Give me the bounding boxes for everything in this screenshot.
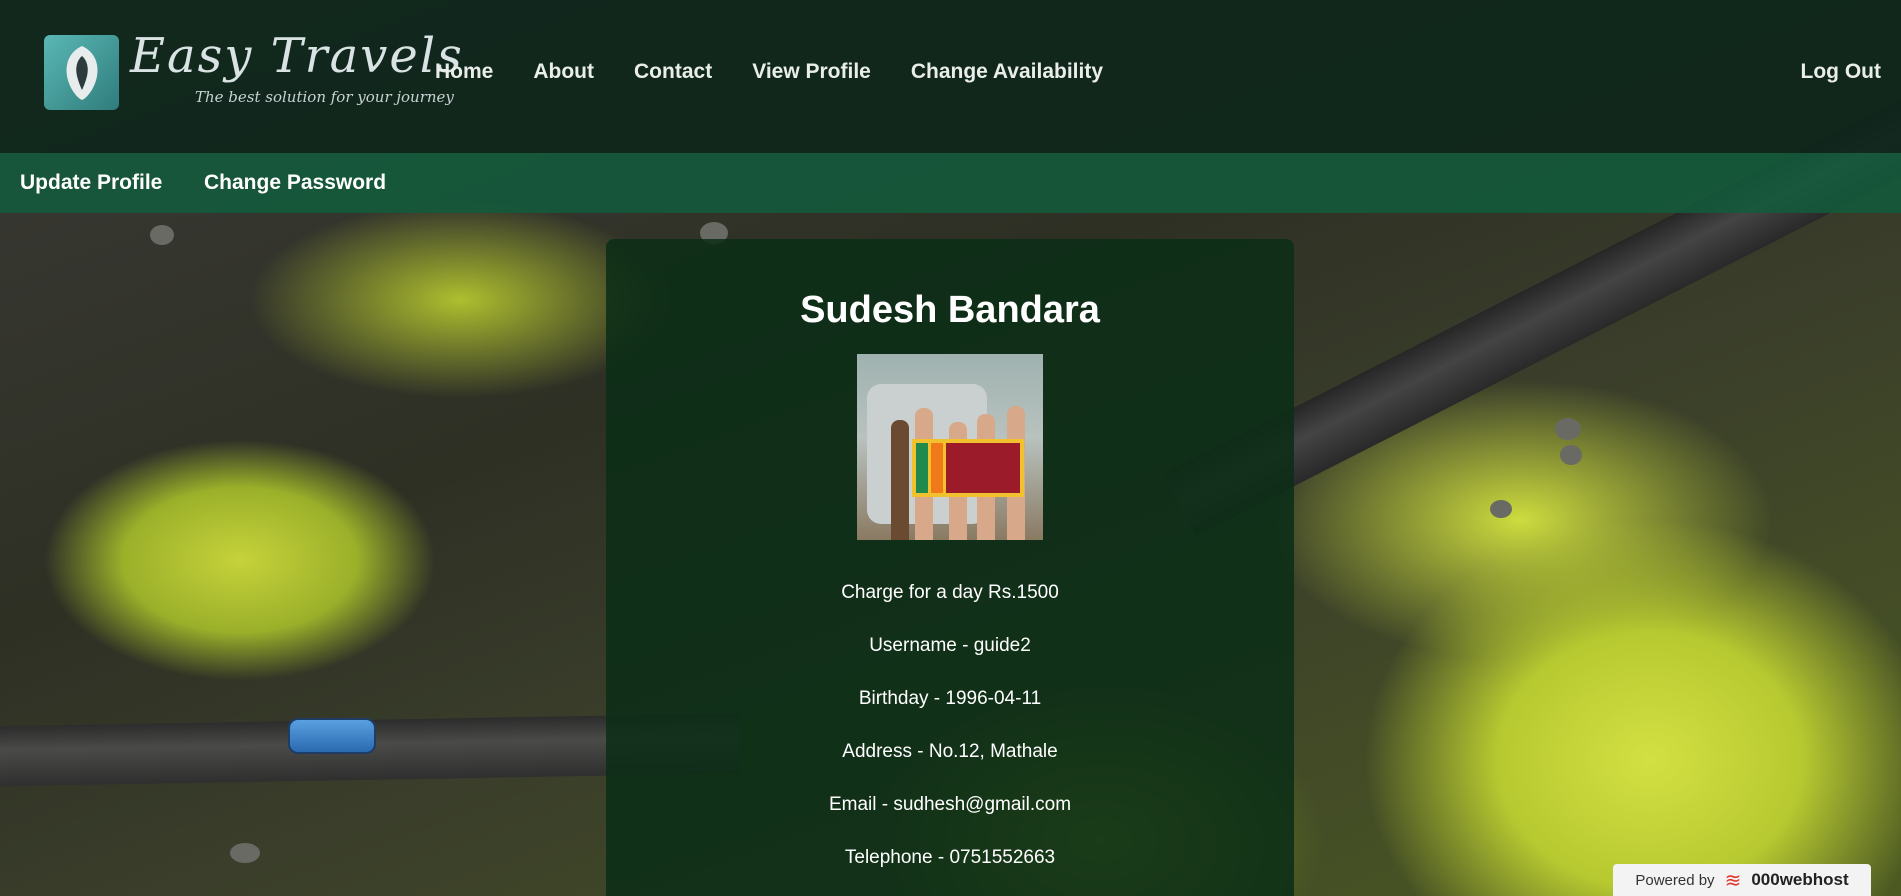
host-name: 000webhost <box>1751 870 1849 889</box>
change-password-link[interactable]: Change Password <box>204 171 386 195</box>
rock <box>230 843 260 863</box>
email-text: Email - sudhesh@gmail.com <box>828 794 1072 815</box>
lion-icon <box>66 45 97 100</box>
host-logo-icon: ≋ <box>1724 869 1742 892</box>
birthday-text: Birthday - 1996-04-11 <box>858 688 1042 709</box>
profile-card: Sudesh Bandara Charge for a day Rs.1500 … <box>606 239 1294 896</box>
brand-name: Easy Travels <box>130 28 464 84</box>
profile-details: Charge for a day Rs.1500 Username - guid… <box>606 582 1294 869</box>
profile-photo <box>857 354 1043 540</box>
charge-text: Charge for a day Rs.1500 <box>841 582 1059 603</box>
logo-icon[interactable] <box>44 35 119 110</box>
hosting-badge[interactable]: Powered by ≋ 000webhost <box>1613 864 1871 896</box>
telephone-text: Telephone - 0751552663 <box>844 847 1056 868</box>
rock <box>1560 445 1582 465</box>
flag-icon <box>912 439 1024 497</box>
nav-view-profile[interactable]: View Profile <box>752 60 871 84</box>
username-text: Username - guide2 <box>869 635 1031 656</box>
sub-navbar: Update Profile Change Password <box>0 153 1901 213</box>
nav-change-availability[interactable]: Change Availability <box>911 60 1103 84</box>
main-nav: Home About Contact View Profile Change A… <box>435 60 1103 84</box>
update-profile-link[interactable]: Update Profile <box>20 171 162 195</box>
top-navbar: Easy Travels The best solution for your … <box>0 0 1901 153</box>
powered-by-label: Powered by <box>1635 871 1715 889</box>
rock <box>1555 418 1581 440</box>
nav-contact[interactable]: Contact <box>634 60 712 84</box>
rock <box>1490 500 1512 518</box>
nav-about[interactable]: About <box>533 60 594 84</box>
brand-tagline: The best solution for your journey <box>195 88 454 106</box>
nav-home[interactable]: Home <box>435 60 493 84</box>
profile-name: Sudesh Bandara <box>800 289 1100 331</box>
logout-link[interactable]: Log Out <box>1801 60 1881 84</box>
address-text: Address - No.12, Mathale <box>842 741 1058 762</box>
car <box>288 718 376 754</box>
rock <box>150 225 174 245</box>
